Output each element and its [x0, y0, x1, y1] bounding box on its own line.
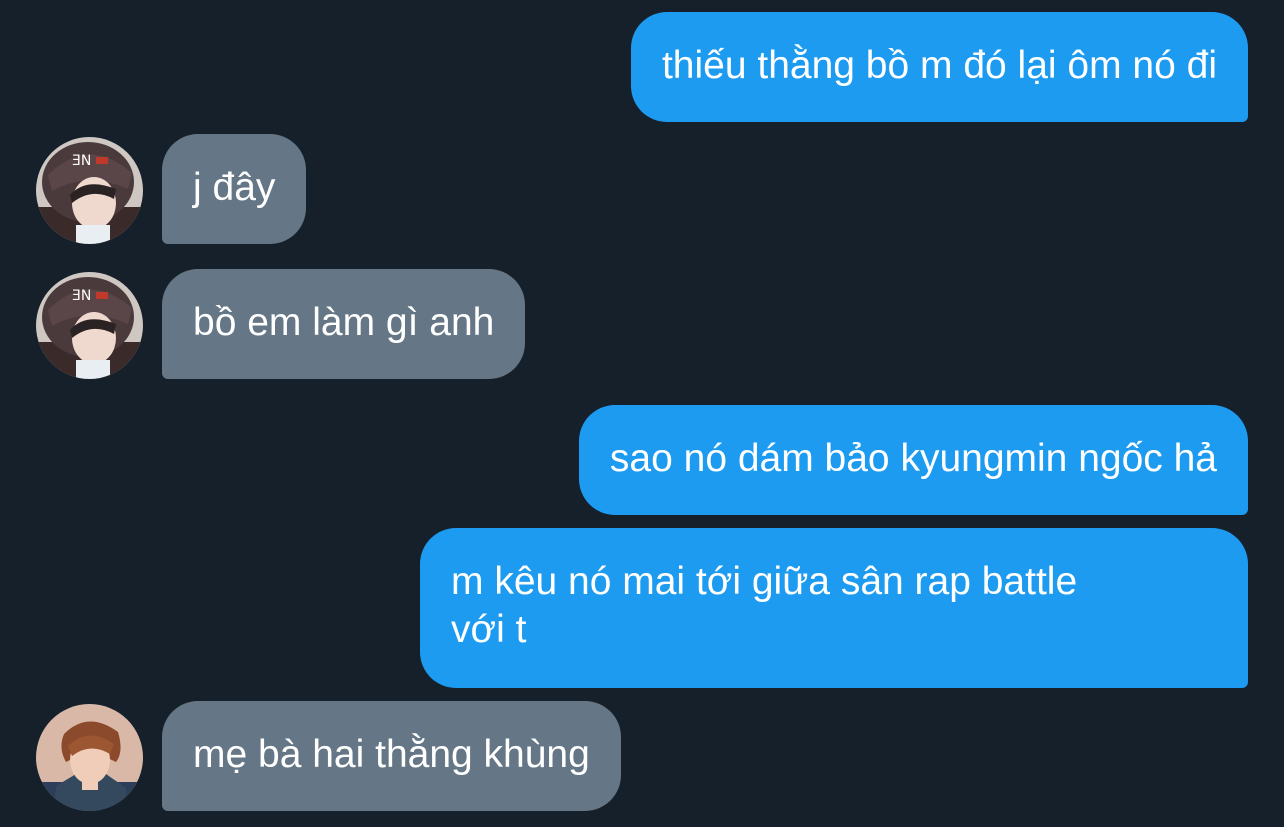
avatar-redhair-image	[36, 704, 143, 811]
message-bubble-received[interactable]: bồ em làm gì anh	[162, 269, 526, 379]
message-bubble-received[interactable]: j đây	[162, 134, 307, 244]
chat-thread: thiếu thằng bồ m đó lại ôm nó đi ƎN j đâ…	[0, 0, 1284, 827]
svg-text:ƎN: ƎN	[72, 153, 91, 169]
message-bubble-sent[interactable]: thiếu thằng bồ m đó lại ôm nó đi	[630, 12, 1248, 122]
message-bubble-received[interactable]: mẹ bà hai thằng khùng	[162, 701, 621, 811]
message-text-line: m kêu nó mai tới giữa sân rap battle	[451, 560, 1078, 603]
avatar-beanie-image: ƎN	[36, 272, 143, 379]
message-text: mẹ bà hai thằng khùng	[193, 733, 590, 776]
message-text: bồ em làm gì anh	[193, 301, 495, 344]
avatar[interactable]: ƎN	[36, 137, 143, 244]
avatar[interactable]: ƎN	[36, 272, 143, 379]
message-text-line: với t	[451, 608, 527, 651]
message-text: thiếu thằng bồ m đó lại ôm nó đi	[661, 44, 1217, 87]
message-text: j đây	[193, 166, 276, 209]
message-text: sao nó dám bảo kyungmin ngốc hả	[609, 437, 1217, 480]
avatar[interactable]	[36, 704, 143, 811]
message-bubble-sent[interactable]: sao nó dám bảo kyungmin ngốc hả	[578, 405, 1248, 515]
avatar-beanie-image: ƎN	[36, 137, 143, 244]
message-bubble-sent[interactable]: m kêu nó mai tới giữa sân rap battle với…	[420, 528, 1248, 688]
svg-text:ƎN: ƎN	[72, 288, 91, 304]
